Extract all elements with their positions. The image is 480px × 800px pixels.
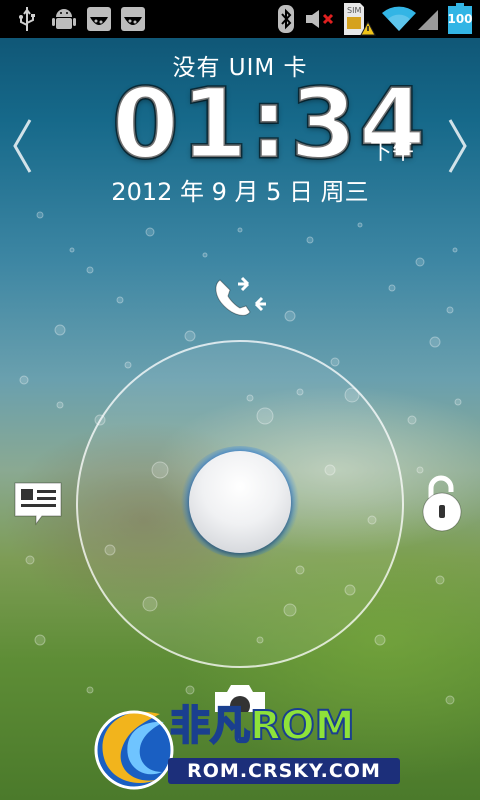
sim-label: SIM [347,6,361,15]
battery-level: 100 [447,12,473,26]
speaker-muted-icon [304,4,338,34]
watermark-brand: 非凡ROM [169,703,356,749]
watermark-logo: 非凡ROM ROM.CRSKY.COM [90,700,410,792]
unlock-icon[interactable] [420,474,464,532]
message-icon[interactable] [12,480,64,528]
unlock-knob[interactable] [189,451,291,553]
crsky-swirl-icon [94,710,174,790]
watermark-brand-rom: ROM [249,703,356,749]
notification-icon[interactable] [120,4,146,34]
watermark-url: ROM.CRSKY.COM [168,758,400,784]
wifi-icon [380,4,418,34]
battery-icon: 100 [446,3,474,34]
clock-ampm: 下午 [370,140,415,165]
chevron-left-icon[interactable] [10,116,34,176]
chevron-right-icon[interactable] [446,116,470,176]
watermark-brand-cn: 非凡 [169,703,251,749]
status-bar[interactable]: SIM 100 [0,0,480,38]
sim-warning-icon: SIM [342,3,376,36]
android-debug-icon [50,4,78,34]
bluetooth-icon [276,4,296,34]
phone-missed-call-icon[interactable] [210,274,270,324]
usb-icon [14,4,40,34]
signal-icon [416,4,440,34]
clock-date: 2012 年 9 月 5 日 周三 [111,178,369,206]
notification-icon[interactable] [86,4,112,34]
